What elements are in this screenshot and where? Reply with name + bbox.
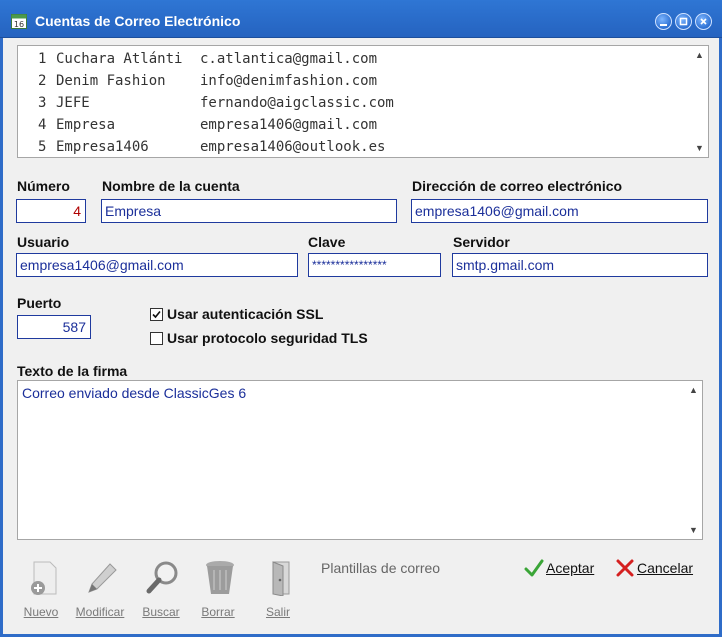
- salir-button[interactable]: Salir: [253, 560, 303, 624]
- usuario-label: Usuario: [17, 234, 70, 250]
- numero-field[interactable]: 4: [16, 199, 86, 223]
- list-item-email: c.atlantica@gmail.com: [200, 51, 378, 67]
- scroll-up-icon[interactable]: ▲: [695, 50, 704, 60]
- firma-textarea[interactable]: Correo enviado desde ClassicGes 6 ▲ ▼: [17, 380, 703, 540]
- list-item[interactable]: 3 JEFE fernando@aigclassic.com: [18, 95, 693, 117]
- firma-text: Correo enviado desde ClassicGes 6: [22, 385, 247, 401]
- list-item-number: 2: [38, 73, 47, 89]
- list-scrollbar[interactable]: ▲ ▼: [691, 46, 708, 157]
- list-item-name: Cuchara Atlánti: [56, 51, 183, 67]
- tls-label[interactable]: Usar protocolo seguridad TLS: [167, 330, 368, 346]
- list-item[interactable]: 2 Denim Fashion info@denimfashion.com: [18, 73, 693, 95]
- scroll-down-icon[interactable]: ▼: [689, 525, 698, 535]
- nuevo-button[interactable]: Nuevo: [16, 560, 66, 624]
- check-icon: [524, 559, 544, 577]
- list-item-email: empresa1406@outlook.es: [200, 139, 386, 155]
- borrar-button[interactable]: Borrar: [193, 560, 243, 624]
- checkmark-icon: [152, 310, 161, 319]
- title-bar: 16 Cuentas de Correo Electrónico: [0, 0, 722, 38]
- accounts-list[interactable]: 1 Cuchara Atlánti c.atlantica@gmail.com …: [17, 45, 709, 158]
- list-item-name: JEFE: [56, 95, 90, 111]
- x-icon: [616, 559, 634, 577]
- list-item-number: 1: [38, 51, 47, 67]
- list-item-name: Empresa: [56, 117, 116, 133]
- svg-text:16: 16: [14, 20, 24, 29]
- restore-icon: [679, 17, 688, 26]
- close-button[interactable]: [695, 13, 712, 30]
- puerto-label: Puerto: [17, 295, 62, 311]
- list-item-name: Empresa1406: [56, 139, 149, 155]
- scroll-up-icon[interactable]: ▲: [689, 385, 698, 395]
- list-item-number: 3: [38, 95, 47, 111]
- minimize-icon: [660, 24, 667, 26]
- list-item-email: fernando@aigclassic.com: [200, 95, 394, 111]
- close-icon: [700, 18, 707, 25]
- list-item-number: 4: [38, 117, 47, 133]
- ssl-checkbox[interactable]: [150, 308, 163, 321]
- buscar-label: Buscar: [142, 605, 180, 619]
- numero-label: Número: [17, 178, 70, 194]
- direccion-label: Dirección de correo electrónico: [412, 178, 623, 194]
- modificar-button[interactable]: Modificar: [75, 560, 125, 624]
- scroll-down-icon[interactable]: ▼: [695, 143, 704, 153]
- door-icon: [272, 561, 290, 596]
- nombre-field[interactable]: Empresa: [101, 199, 397, 223]
- pencil-icon: [88, 563, 117, 593]
- trash-icon: [206, 561, 234, 594]
- nuevo-label: Nuevo: [23, 605, 59, 619]
- puerto-field[interactable]: 587: [17, 315, 91, 339]
- firma-scrollbar[interactable]: ▲ ▼: [685, 381, 702, 539]
- cancelar-label: Cancelar: [637, 560, 694, 576]
- clave-field[interactable]: ****************: [308, 253, 441, 277]
- new-document-icon: [31, 561, 57, 595]
- tls-checkbox[interactable]: [150, 332, 163, 345]
- list-item-number: 5: [38, 139, 47, 155]
- salir-label: Salir: [265, 605, 290, 619]
- minimize-button[interactable]: [655, 13, 672, 30]
- usuario-field[interactable]: empresa1406@gmail.com: [16, 253, 298, 277]
- servidor-field[interactable]: smtp.gmail.com: [452, 253, 708, 277]
- nombre-label: Nombre de la cuenta: [102, 178, 240, 194]
- list-item[interactable]: 4 Empresa empresa1406@gmail.com: [18, 117, 693, 139]
- list-item-name: Denim Fashion: [56, 73, 166, 89]
- modificar-label: Modificar: [75, 605, 125, 619]
- direccion-field[interactable]: empresa1406@gmail.com: [411, 199, 708, 223]
- list-item[interactable]: 5 Empresa1406 empresa1406@outlook.es: [18, 139, 693, 157]
- restore-button[interactable]: [675, 13, 692, 30]
- clave-label: Clave: [308, 234, 346, 250]
- firma-label: Texto de la firma: [17, 363, 128, 379]
- list-item-email: empresa1406@gmail.com: [200, 117, 378, 133]
- list-item-email: info@denimfashion.com: [200, 73, 378, 89]
- window-title: Cuentas de Correo Electrónico: [35, 13, 241, 29]
- list-item[interactable]: 1 Cuchara Atlánti c.atlantica@gmail.com: [18, 51, 693, 73]
- plantillas-link[interactable]: Plantillas de correo: [321, 560, 440, 576]
- aceptar-label: Aceptar: [546, 560, 595, 576]
- borrar-label: Borrar: [201, 605, 235, 619]
- buscar-button[interactable]: Buscar: [136, 560, 186, 624]
- magnifier-icon: [146, 561, 178, 594]
- servidor-label: Servidor: [453, 234, 510, 250]
- ssl-label[interactable]: Usar autenticación SSL: [167, 306, 323, 322]
- aceptar-button[interactable]: Aceptar: [524, 558, 604, 580]
- cancelar-button[interactable]: Cancelar: [615, 558, 701, 580]
- calendar-icon: 16: [11, 14, 27, 29]
